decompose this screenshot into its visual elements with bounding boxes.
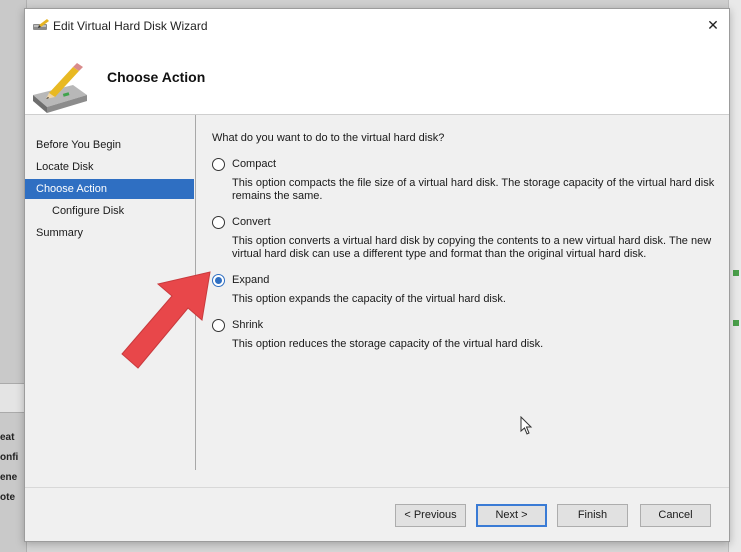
convert-label[interactable]: Convert xyxy=(232,216,271,228)
title-bar[interactable]: Edit Virtual Hard Disk Wizard ✕ xyxy=(25,9,729,41)
compact-label[interactable]: Compact xyxy=(232,158,276,170)
convert-radio[interactable] xyxy=(212,216,225,229)
disk-pencil-icon xyxy=(33,19,49,30)
step-choose-action[interactable]: Choose Action xyxy=(25,179,194,199)
wizard-header: Choose Action xyxy=(25,41,729,115)
background-marker xyxy=(733,270,739,276)
previous-button[interactable]: < Previous xyxy=(395,504,466,527)
compact-radio[interactable] xyxy=(212,158,225,171)
mouse-cursor-icon xyxy=(520,416,533,435)
step-locate-disk[interactable]: Locate Disk xyxy=(25,157,194,177)
cancel-button[interactable]: Cancel xyxy=(640,504,711,527)
step-summary[interactable]: Summary xyxy=(25,223,194,243)
step-configure-disk[interactable]: Configure Disk xyxy=(25,201,194,221)
shrink-label[interactable]: Shrink xyxy=(232,319,263,331)
footer-divider xyxy=(25,487,729,488)
compact-description: This option compacts the file size of a … xyxy=(232,177,715,202)
convert-description: This option converts a virtual hard disk… xyxy=(232,235,712,260)
page-title: Choose Action xyxy=(107,69,206,85)
background-app-strip xyxy=(0,0,741,8)
close-button[interactable]: ✕ xyxy=(701,13,725,37)
background-text-fragment: ote xyxy=(0,492,15,503)
next-button[interactable]: Next > xyxy=(476,504,547,527)
window-title: Edit Virtual Hard Disk Wizard xyxy=(53,19,208,33)
expand-description: This option expands the capacity of the … xyxy=(232,293,506,305)
disk-pencil-icon xyxy=(33,63,87,113)
close-icon: ✕ xyxy=(707,17,719,33)
question-text: What do you want to do to the virtual ha… xyxy=(212,132,445,144)
background-text-fragment: eat xyxy=(0,432,15,443)
action-panel: What do you want to do to the virtual ha… xyxy=(212,115,717,475)
background-text-fragment: onfi xyxy=(0,452,19,463)
step-before-you-begin[interactable]: Before You Begin xyxy=(25,135,194,155)
finish-button[interactable]: Finish xyxy=(557,504,628,527)
background-app-left-pane: eat onfi ene ote xyxy=(0,0,27,552)
background-text-fragment: ene xyxy=(0,472,18,483)
expand-label[interactable]: Expand xyxy=(232,274,269,286)
shrink-description: This option reduces the storage capacity… xyxy=(232,338,544,350)
background-marker xyxy=(733,320,739,326)
red-arrow-icon xyxy=(121,271,211,369)
background-app-band xyxy=(0,383,26,413)
